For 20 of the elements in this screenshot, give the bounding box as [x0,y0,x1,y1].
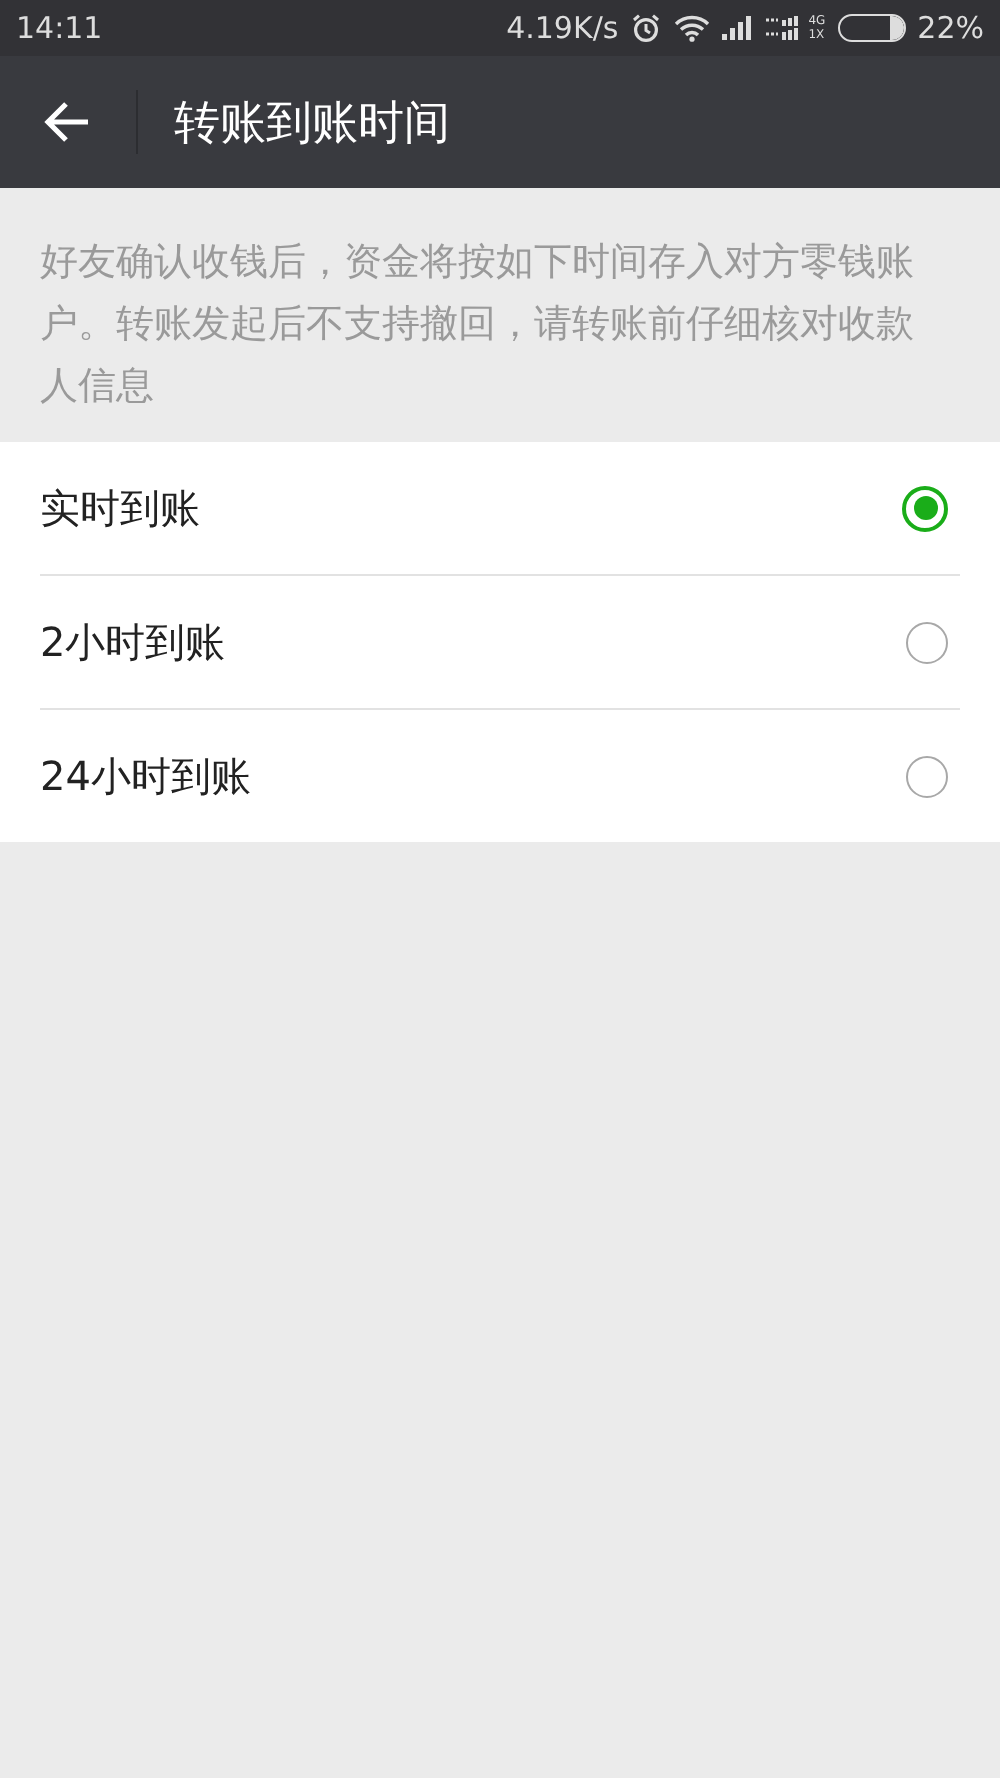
page-title: 转账到账时间 [174,95,450,153]
radio-button[interactable] [902,485,948,531]
wifi-icon [674,14,711,42]
option-label: 2小时到账 [40,615,226,669]
description-text: 好友确认收钱后，资金将按如下时间存入对方零钱账户。转账发起后不支持撤回，请转账前仔细核对收款人信息 [38,238,916,412]
signal-icon [766,16,803,40]
battery-icon [837,14,906,42]
status-time: 14:11 [16,10,103,46]
battery-percent: 22% [917,10,984,46]
network-speed: 4.19K/s [506,10,619,46]
alarm-icon [630,12,663,44]
option-item[interactable]: 实时到账 [40,442,960,576]
option-label: 实时到账 [40,481,200,535]
option-item[interactable]: 2小时到账 [40,576,960,710]
option-label: 24小时到账 [40,749,251,803]
signal-icon [722,16,755,40]
radio-button[interactable] [906,755,948,797]
radio-button[interactable] [906,621,948,663]
option-item[interactable]: 24小时到账 [40,710,960,842]
back-arrow-icon[interactable] [44,100,92,144]
